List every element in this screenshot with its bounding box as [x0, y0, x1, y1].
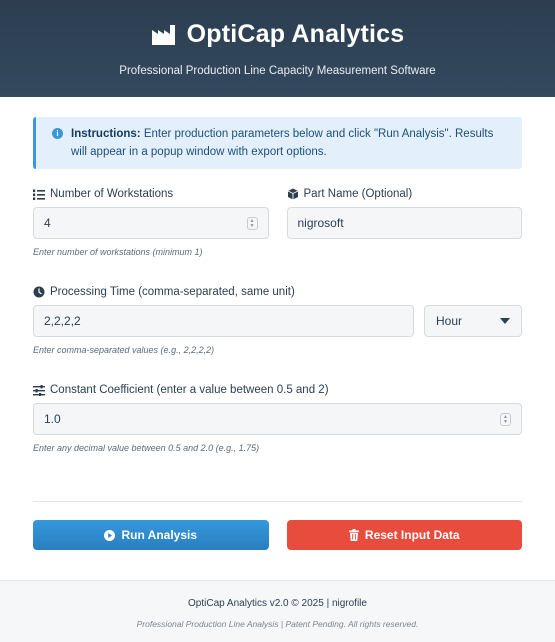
workstations-stepper[interactable]: ▲ ▼ — [246, 217, 258, 230]
processing-time-hint: Enter comma-separated values (e.g., 2,2,… — [33, 345, 215, 355]
divider — [33, 501, 522, 502]
play-circle-icon — [104, 529, 116, 541]
stepper-down-icon[interactable]: ▼ — [503, 419, 508, 425]
time-unit-value: Hour — [436, 314, 463, 328]
form-area: i Instructions: Enter production paramet… — [0, 97, 555, 550]
app-footer: OptiCap Analytics v2.0 © 2025 | nigrofil… — [0, 580, 555, 642]
sliders-icon — [33, 384, 45, 396]
app-subtitle: Professional Production Line Capacity Me… — [119, 65, 436, 77]
instructions-box: i Instructions: Enter production paramet… — [33, 117, 522, 169]
row-workstations-part: Number of Workstations 4 ▲ ▼ Enter numbe… — [33, 188, 522, 257]
workstations-value: 4 — [44, 216, 51, 230]
part-name-label-text: Part Name (Optional) — [303, 188, 413, 200]
info-icon: i — [52, 128, 63, 139]
factory-icon — [151, 24, 175, 45]
processing-time-label-text: Processing Time (comma-separated, same u… — [50, 286, 295, 298]
workstations-label: Number of Workstations — [33, 188, 269, 200]
action-buttons: Run Analysis Reset Input Data — [33, 520, 522, 550]
coefficient-input[interactable]: 1.0 ▲ ▼ — [33, 403, 522, 435]
processing-time-label: Processing Time (comma-separated, same u… — [33, 286, 522, 298]
workstations-hint: Enter number of workstations (minimum 1) — [33, 247, 203, 257]
run-analysis-label: Run Analysis — [121, 528, 198, 542]
title-row: OptiCap Analytics — [0, 20, 555, 49]
coefficient-value: 1.0 — [44, 412, 61, 426]
app-title: OptiCap Analytics — [186, 20, 405, 48]
footer-copyright: OptiCap Analytics v2.0 © 2025 | nigrofil… — [188, 598, 367, 609]
reset-input-label: Reset Input Data — [364, 528, 460, 542]
stepper-down-icon[interactable]: ▼ — [250, 223, 255, 229]
coefficient-group: Constant Coefficient (enter a value betw… — [33, 384, 522, 453]
cube-icon — [287, 188, 298, 200]
list-ol-icon — [33, 189, 45, 200]
part-name-input[interactable]: nigrosoft — [286, 207, 522, 239]
processing-time-group: Processing Time (comma-separated, same u… — [33, 286, 522, 355]
time-unit-select[interactable]: Hour — [424, 305, 522, 337]
workstations-group: Number of Workstations 4 ▲ ▼ Enter numbe… — [33, 188, 269, 257]
run-analysis-button[interactable]: Run Analysis — [33, 520, 269, 550]
workstations-input[interactable]: 4 ▲ ▼ — [33, 207, 269, 239]
part-name-value: nigrosoft — [297, 216, 344, 230]
processing-time-input[interactable]: 2,2,2,2 — [33, 305, 414, 337]
clock-icon — [33, 286, 45, 298]
coefficient-label: Constant Coefficient (enter a value betw… — [33, 384, 522, 396]
workstations-label-text: Number of Workstations — [50, 188, 174, 200]
part-name-group: Part Name (Optional) nigrosoft — [286, 188, 523, 257]
instructions-text: Instructions: Enter production parameter… — [71, 125, 508, 161]
footer-legal: Professional Production Line Analysis | … — [136, 619, 419, 629]
chevron-down-icon — [500, 318, 510, 324]
app-header: OptiCap Analytics Professional Productio… — [0, 0, 555, 97]
coefficient-label-text: Constant Coefficient (enter a value betw… — [50, 384, 329, 396]
coefficient-stepper[interactable]: ▲ ▼ — [500, 413, 511, 426]
trash-icon — [348, 529, 359, 541]
part-name-label: Part Name (Optional) — [287, 188, 523, 200]
processing-time-value: 2,2,2,2 — [44, 314, 81, 328]
coefficient-hint: Enter any decimal value between 0.5 and … — [33, 443, 260, 453]
reset-input-button[interactable]: Reset Input Data — [286, 520, 522, 550]
instructions-label: Instructions: — [71, 128, 141, 140]
processing-time-row: 2,2,2,2 Hour — [33, 305, 522, 337]
